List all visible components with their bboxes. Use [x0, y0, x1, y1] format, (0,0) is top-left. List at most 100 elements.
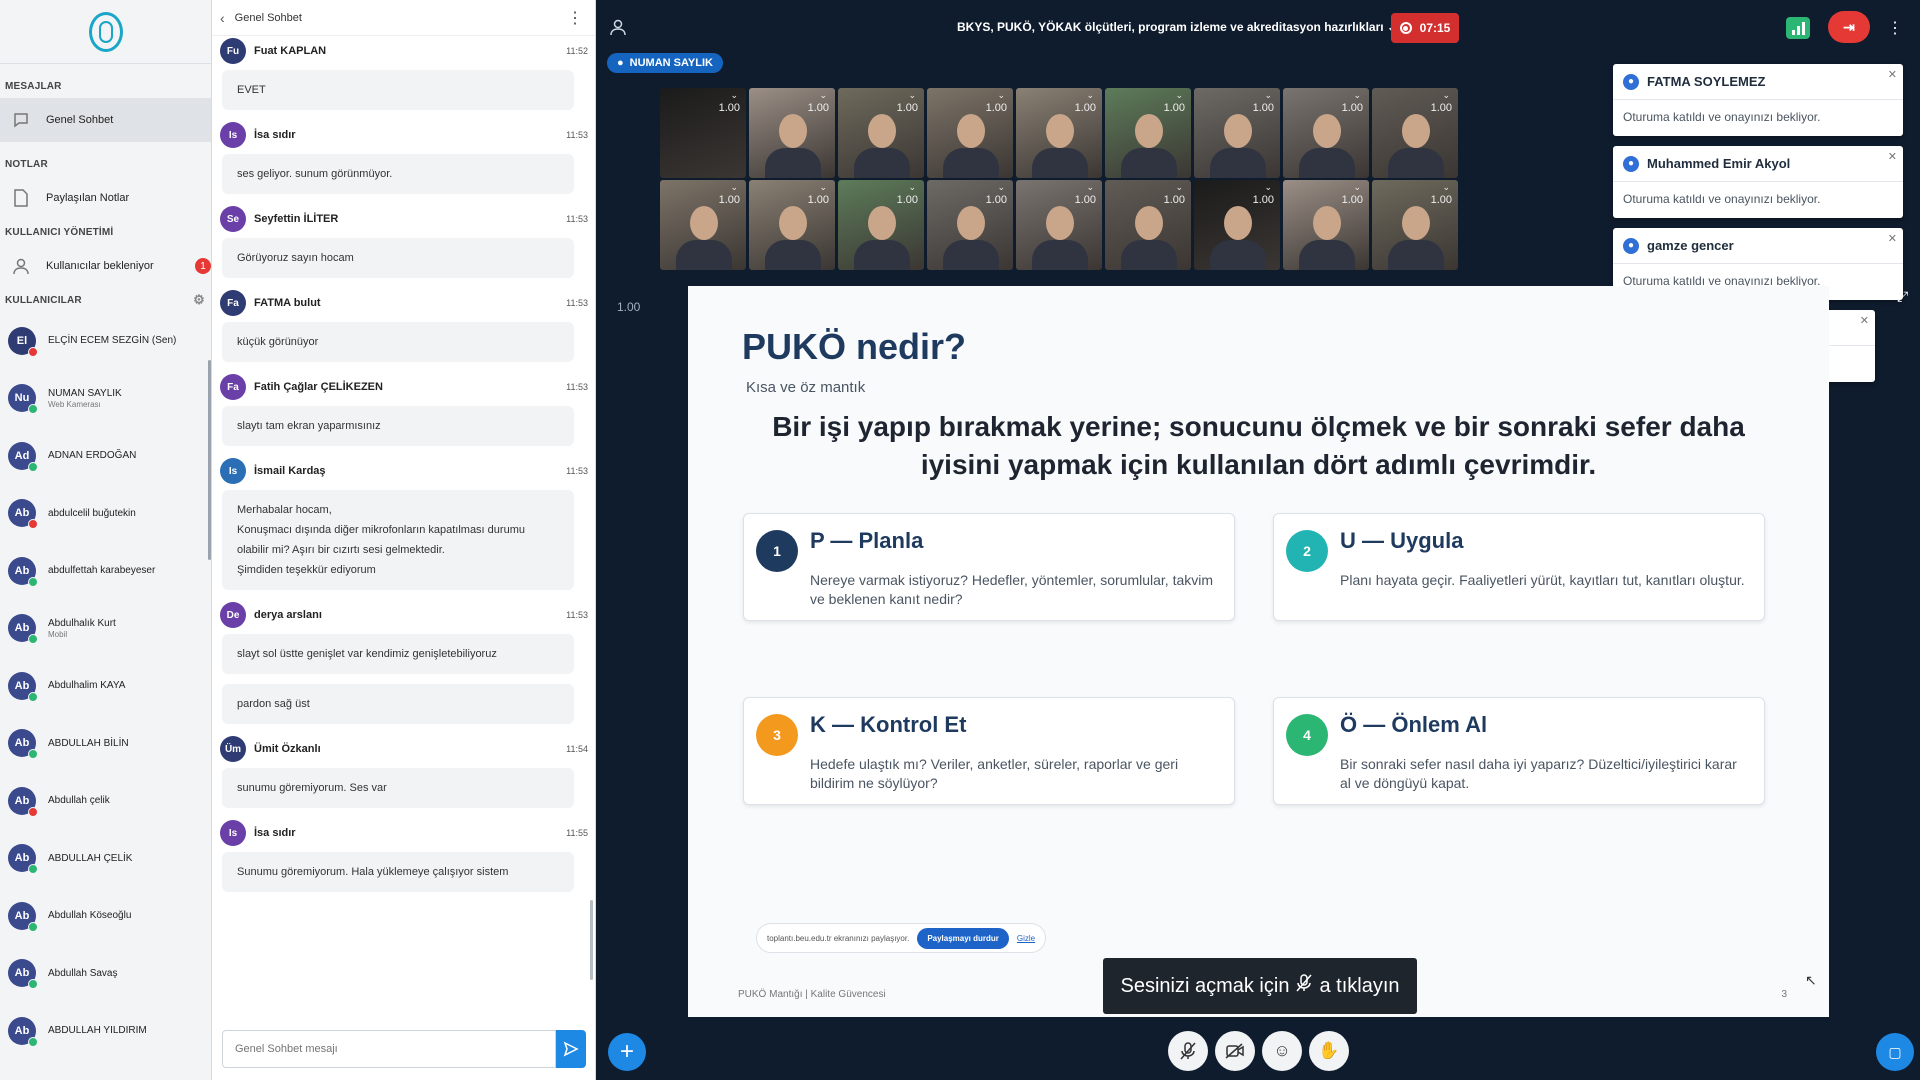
share-status-text: toplantı.beu.edu.tr ekranınızı paylaşıyo… [767, 933, 910, 943]
step-card-check: 3 K — Kontrol Et Hedefe ulaştık mı? Veri… [743, 697, 1235, 805]
back-chevron-icon[interactable]: ‹ [220, 10, 225, 26]
user-list-item[interactable]: Ab ABDULLAH ÇELİK [0, 830, 211, 888]
participant-video-tile[interactable]: ⌄ 1.00 [1105, 180, 1191, 270]
message-author: İsa sıdır [254, 129, 296, 141]
user-list-item[interactable]: Ab Abdullah Köseoğlu [0, 887, 211, 945]
sidebar-scrollbar[interactable] [208, 360, 211, 560]
chevron-down-icon[interactable]: ⌄ [1353, 182, 1361, 193]
leave-meeting-button[interactable]: ⇥ [1828, 11, 1870, 43]
chevron-down-icon[interactable]: ⌄ [1442, 90, 1450, 101]
camera-toggle-button[interactable] [1215, 1031, 1255, 1071]
microphone-toggle-button[interactable] [1168, 1031, 1208, 1071]
nav-waiting-users[interactable]: Kullanıcılar bekleniyor 1 [0, 244, 211, 288]
participant-video-tile[interactable]: ⌄ 1.00 [927, 180, 1013, 270]
participant-video-tile[interactable]: ⌄ 1.00 [660, 88, 746, 178]
user-list-item[interactable]: Ab Abdullah Savaş [0, 945, 211, 1003]
participant-video-tile[interactable]: ⌄ 1.00 [749, 180, 835, 270]
chevron-down-icon[interactable]: ⌄ [908, 90, 916, 101]
chevron-down-icon[interactable]: ⌄ [1264, 90, 1272, 101]
slide-zoom-label: 1.00 [617, 300, 641, 314]
chevron-down-icon[interactable]: ⌄ [819, 90, 827, 101]
participant-video-tile[interactable]: ⌄ 1.00 [838, 88, 924, 178]
user-list: El ELÇİN ECEM SEZGİN (Sen) Nu NUMAN SAYLIK W… [0, 312, 211, 1060]
participant-video-tile[interactable]: ⌄ 1.00 [1283, 180, 1369, 270]
user-list-item[interactable]: Ab Abdulhalim KAYA [0, 657, 211, 715]
participant-video-tile[interactable]: ⌄ 1.00 [1016, 88, 1102, 178]
user-list-item[interactable]: Ab abdulfettah karabeyeser [0, 542, 211, 600]
user-list-item[interactable]: El ELÇİN ECEM SEZGİN (Sen) [0, 312, 211, 370]
chat-scrollbar[interactable] [590, 900, 593, 980]
message-time: 11:53 [566, 130, 588, 140]
chat-toggle-button[interactable]: ▢ [1876, 1033, 1914, 1071]
hand-icon: ✋ [1318, 1041, 1340, 1060]
participant-video-tile[interactable]: ⌄ 1.00 [1372, 88, 1458, 178]
chevron-down-icon[interactable]: ⌄ [1175, 182, 1183, 193]
participant-video-tile[interactable]: ⌄ 1.00 [1283, 88, 1369, 178]
participant-video-tile[interactable]: ⌄ 1.00 [660, 180, 746, 270]
hide-share-bar-link[interactable]: Gizle [1017, 934, 1035, 943]
user-list-item[interactable]: Nu NUMAN SAYLIK Web Kamerası [0, 370, 211, 428]
join-request-notification[interactable]: ● Muhammed Emir Akyol Oturuma katıldı ve o… [1613, 146, 1903, 218]
actions-plus-button[interactable]: + [608, 1033, 646, 1071]
message-header: Is İsa sıdır 11:53 [212, 120, 596, 150]
nav-shared-notes[interactable]: Paylaşılan Notlar [0, 176, 211, 220]
chevron-down-icon[interactable]: ⌄ [819, 182, 827, 193]
nav-waiting-users-label: Kullanıcılar bekleniyor [46, 260, 154, 272]
send-button[interactable] [556, 1030, 586, 1068]
reactions-button[interactable]: ☺ [1262, 1031, 1302, 1071]
chevron-down-icon[interactable]: ⌄ [730, 182, 738, 193]
avatar: Ab [8, 614, 38, 645]
fullscreen-icon[interactable]: ⤢ [1897, 288, 1908, 305]
close-icon[interactable]: ✕ [1888, 150, 1897, 163]
connection-status-icon[interactable] [1786, 17, 1810, 39]
avatar-initials: Ab [14, 967, 30, 980]
participant-video-tile[interactable]: ⌄ 1.00 [927, 88, 1013, 178]
raise-hand-button[interactable]: ✋ [1309, 1031, 1349, 1071]
tile-zoom-label: 1.00 [985, 194, 1007, 206]
chevron-down-icon[interactable]: ⌄ [1264, 182, 1272, 193]
user-list-item[interactable]: Ab ABDULLAH BİLİN [0, 715, 211, 773]
chevron-down-icon[interactable]: ⌄ [1442, 182, 1450, 193]
user-list-item[interactable]: Ab abdulcelil buğutekin [0, 485, 211, 543]
close-icon[interactable]: ✕ [1888, 232, 1897, 245]
user-list-item[interactable]: Ad ADNAN ERDOĞAN [0, 427, 211, 485]
chat-message-input[interactable] [222, 1030, 556, 1068]
join-request-notification[interactable]: ● FATMA SOYLEMEZ Oturuma katıldı ve onayın… [1613, 64, 1903, 136]
chevron-down-icon[interactable]: ⌄ [1086, 182, 1094, 193]
meeting-title[interactable]: BKYS, PUKÖ, YÖKAK ölçütleri, program izl… [957, 20, 1397, 34]
chat-message: Fa Fatih Çağlar ÇELİKEZEN 11:53 slaytı tam … [212, 372, 596, 446]
participant-video-tile[interactable]: ⌄ 1.00 [838, 180, 924, 270]
chevron-down-icon[interactable]: ⌄ [1175, 90, 1183, 101]
close-icon[interactable]: ✕ [1860, 314, 1869, 327]
participant-video-tile[interactable]: ⌄ 1.00 [749, 88, 835, 178]
options-menu-icon[interactable]: ⋮ [1887, 18, 1903, 38]
user-list-item[interactable]: Ab Abdullah çelik [0, 772, 211, 830]
message-time: 11:55 [566, 828, 588, 838]
message-text: EVET [222, 70, 574, 110]
participant-video-tile[interactable]: ⌄ 1.00 [1105, 88, 1191, 178]
step-card-plan: 1 P — Planla Nereye varmak istiyoruz? He… [743, 513, 1235, 621]
message-time: 11:54 [566, 744, 588, 754]
nav-general-chat[interactable]: Genel Sohbet [0, 98, 211, 142]
user-list-item[interactable]: Ab ABDULLAH YILDIRIM [0, 1002, 211, 1060]
chevron-down-icon[interactable]: ⌄ [730, 90, 738, 101]
user-name: abdulfettah karabeyeser [48, 565, 156, 577]
stop-sharing-button[interactable]: Paylaşmayı durdur [917, 927, 1009, 949]
close-icon[interactable]: ✕ [1888, 68, 1897, 81]
user-list-toggle-icon[interactable] [609, 18, 627, 41]
gear-icon[interactable]: ⚙ [193, 292, 205, 308]
chevron-down-icon[interactable]: ⌄ [908, 182, 916, 193]
more-options-icon[interactable]: ⋮ [567, 8, 583, 28]
chevron-down-icon[interactable]: ⌄ [997, 90, 1005, 101]
recording-indicator[interactable]: 07:15 [1391, 13, 1459, 43]
participant-video-tile[interactable]: ⌄ 1.00 [1194, 88, 1280, 178]
chevron-down-icon[interactable]: ⌄ [1086, 90, 1094, 101]
avatar-initials: Ab [14, 794, 30, 807]
chevron-down-icon[interactable]: ⌄ [997, 182, 1005, 193]
user-list-item[interactable]: Ab Abdulhalık Kurt Mobil [0, 600, 211, 658]
participant-video-tile[interactable]: ⌄ 1.00 [1372, 180, 1458, 270]
chevron-down-icon[interactable]: ⌄ [1353, 90, 1361, 101]
participant-video-tile[interactable]: ⌄ 1.00 [1194, 180, 1280, 270]
participant-video-tile[interactable]: ⌄ 1.00 [1016, 180, 1102, 270]
unmute-toast[interactable]: Sesinizi açmak için a tıklayın [1103, 958, 1417, 1014]
